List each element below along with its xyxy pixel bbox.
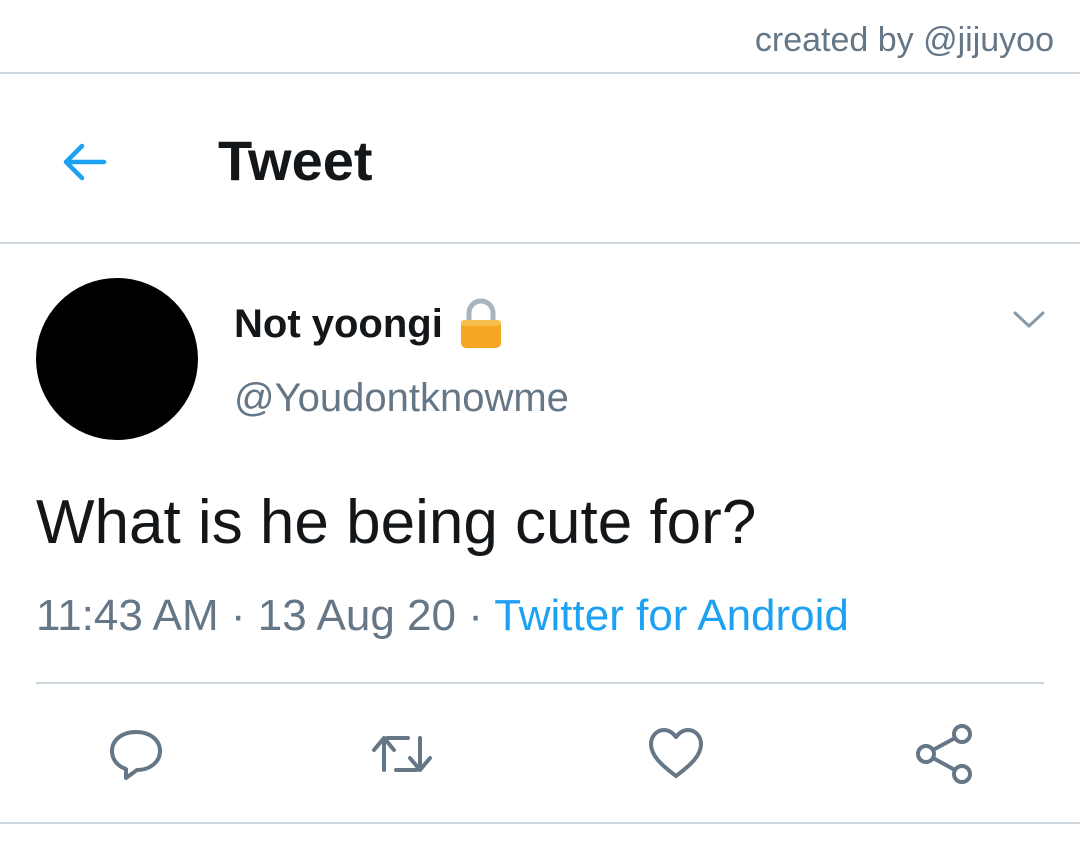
arrow-left-icon (63, 143, 107, 181)
share-icon (916, 724, 972, 784)
author-name-row[interactable]: Not yoongi (234, 296, 503, 352)
divider (0, 822, 1080, 824)
share-button[interactable] (912, 722, 976, 786)
tweet-date: 13 Aug 20 (257, 591, 456, 640)
retweet-icon (372, 736, 432, 772)
avatar[interactable] (36, 278, 198, 440)
reply-button[interactable] (104, 722, 168, 786)
separator-dot: · (468, 591, 483, 640)
divider (0, 72, 1080, 74)
author-handle[interactable]: @Youdontknowme (234, 370, 569, 426)
page-title: Tweet (218, 129, 373, 192)
separator-dot: · (230, 591, 246, 640)
heart-icon (649, 728, 703, 778)
reply-icon (110, 730, 162, 780)
lock-icon (460, 298, 501, 348)
watermark-text: created by @jijuyoo (754, 21, 1054, 59)
chevron-down-icon (1013, 311, 1045, 328)
divider (36, 682, 1044, 684)
like-button[interactable] (644, 722, 708, 786)
tweet-metadata: 11:43 AM · 13 Aug 20 · Twitter for Andro… (36, 586, 849, 646)
tweet-text: What is he being cute for? (36, 488, 757, 557)
tweet-menu-button[interactable] (1006, 300, 1052, 340)
divider (0, 242, 1080, 244)
retweet-button[interactable] (370, 722, 434, 786)
tweet-source-link[interactable]: Twitter for Android (494, 591, 849, 640)
display-name: Not yoongi (234, 302, 443, 346)
back-button[interactable] (56, 134, 112, 190)
tweet-time: 11:43 AM (36, 591, 219, 640)
